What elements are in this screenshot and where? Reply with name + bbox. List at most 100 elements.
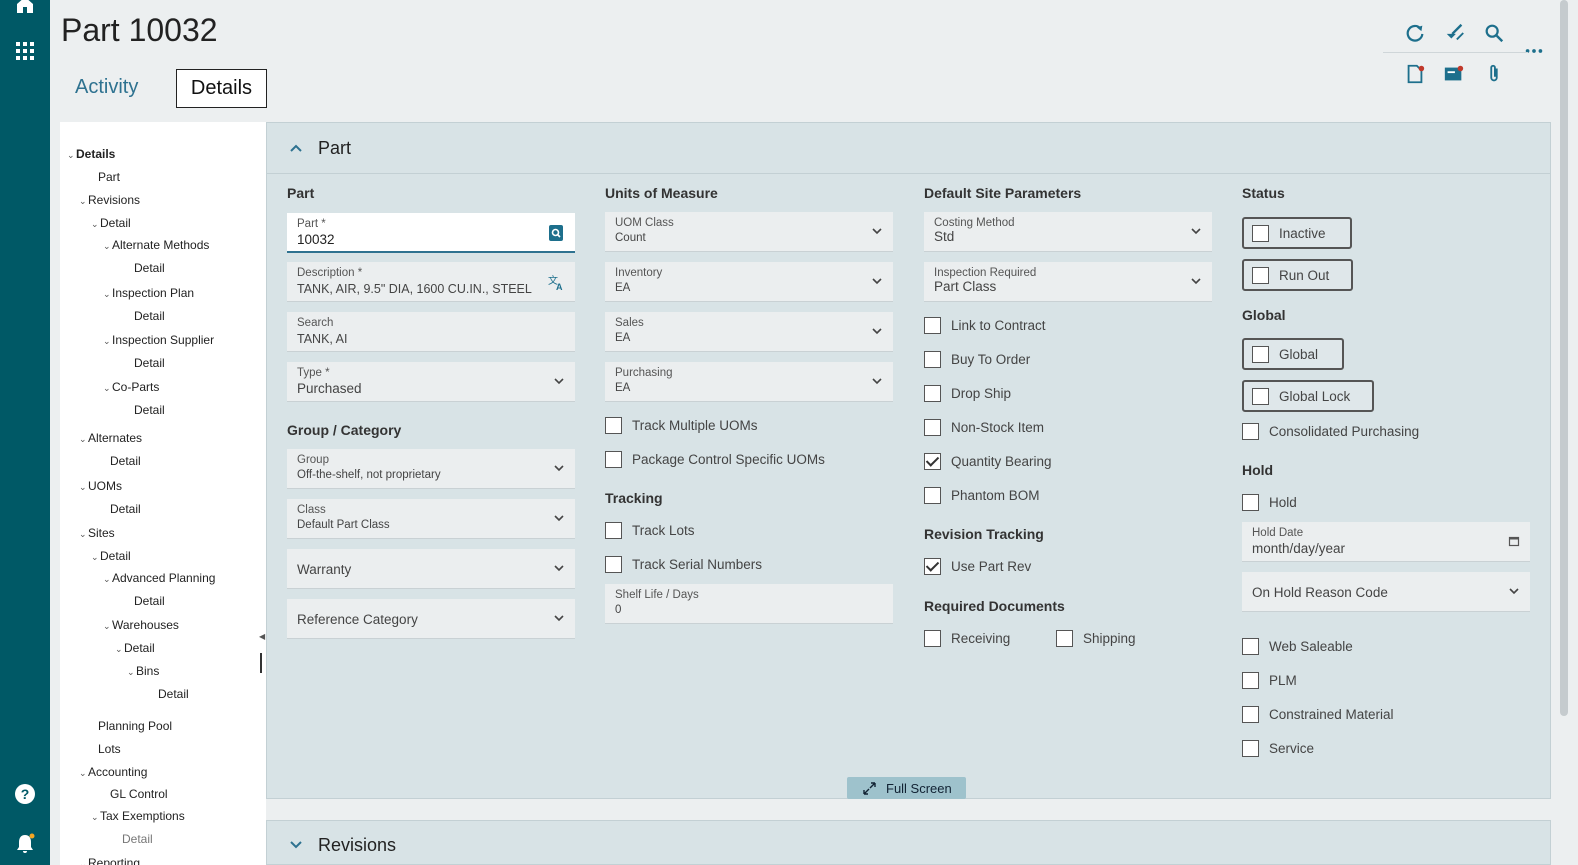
tree-item[interactable]: Detail [122,832,153,846]
tree-item[interactable]: ⌄Alternate Methods [103,238,209,252]
refresh-icon[interactable] [1404,22,1426,44]
tree-item[interactable]: ⌄Alternates [79,431,142,445]
global-toggle[interactable]: Global [1242,338,1344,370]
translate-icon[interactable]: 文A [547,273,565,291]
run-out-toggle[interactable]: Run Out [1242,259,1353,291]
chevron-down-icon[interactable]: ⌄ [79,859,88,865]
checkbox-box[interactable] [924,558,941,575]
package-control-checkbox[interactable]: Package Control Specific UOMs [605,451,825,468]
chevron-down-icon[interactable] [289,838,303,852]
chevron-down-icon[interactable]: ⌄ [67,150,76,161]
chevron-down-icon[interactable]: ⌄ [91,552,100,563]
non-stock-checkbox[interactable]: Non-Stock Item [924,419,1044,436]
tree-item[interactable]: ⌄Detail [91,549,131,563]
new-document-icon[interactable] [1404,63,1426,85]
checkbox-box[interactable] [1242,638,1259,655]
tree-item[interactable]: Detail [134,309,165,323]
quantity-bearing-checkbox[interactable]: Quantity Bearing [924,453,1052,470]
tree-item[interactable]: Detail [110,454,141,468]
tree-item[interactable]: GL Control [110,787,168,801]
consolidated-purchasing-checkbox[interactable]: Consolidated Purchasing [1242,423,1419,440]
checkbox-box[interactable] [605,556,622,573]
sales-uom-select[interactable]: Sales EA [605,312,893,352]
web-saleable-checkbox[interactable]: Web Saleable [1242,638,1353,655]
collapse-tree-icon[interactable]: ◀ [259,632,265,641]
tree-item[interactable]: ⌄Detail [91,216,131,230]
receiving-checkbox[interactable]: Receiving [924,630,1010,647]
tree-item[interactable]: ⌄Advanced Planning [103,571,215,585]
group-select[interactable]: Group Off-the-shelf, not proprietary [287,449,575,489]
revisions-panel[interactable]: Revisions [266,820,1551,865]
home-icon[interactable] [13,0,37,16]
checkbox-box[interactable] [1252,266,1269,284]
chevron-up-icon[interactable] [289,141,303,155]
tree-item[interactable]: ⌄Warehouses [103,618,179,632]
checkbox-box[interactable] [1252,224,1269,242]
chevron-down-icon[interactable]: ⌄ [79,434,88,445]
chevron-down-icon[interactable]: ⌄ [91,219,100,230]
checkbox-box[interactable] [924,630,941,647]
checkbox-box[interactable] [924,351,941,368]
tree-item[interactable]: Detail [158,687,189,701]
tree-item[interactable]: ⌄Detail [115,641,155,655]
page-scrollbar[interactable] [1560,0,1568,716]
costing-method-select[interactable]: Costing Method Std [924,212,1212,252]
tree-item[interactable]: ⌄Bins [127,664,159,678]
checkbox-box[interactable] [924,419,941,436]
tree-resize-handle[interactable] [260,653,262,673]
purchasing-uom-select[interactable]: Purchasing EA [605,362,893,402]
buy-to-order-checkbox[interactable]: Buy To Order [924,351,1030,368]
shipping-checkbox[interactable]: Shipping [1056,630,1136,647]
tree-item[interactable]: Planning Pool [98,719,172,733]
part-search-icon[interactable] [547,224,565,242]
global-lock-toggle[interactable]: Global Lock [1242,380,1374,412]
tree-item[interactable]: Part [98,170,120,184]
chevron-down-icon[interactable]: ⌄ [79,196,88,207]
checkbox-box[interactable] [924,487,941,504]
tree-item[interactable]: ⌄Details [67,147,115,161]
apps-grid-icon[interactable] [13,39,37,63]
search-icon[interactable] [1483,22,1505,44]
full-screen-button[interactable]: Full Screen [847,777,966,799]
tree-item[interactable]: ⌄Reporting [79,856,140,865]
tree-item[interactable]: ⌄Revisions [79,193,140,207]
inventory-uom-select[interactable]: Inventory EA [605,262,893,302]
track-lots-checkbox[interactable]: Track Lots [605,522,695,539]
chevron-down-icon[interactable]: ⌄ [103,289,112,300]
tree-item[interactable]: ⌄Inspection Plan [103,286,194,300]
link-to-contract-checkbox[interactable]: Link to Contract [924,317,1046,334]
checkbox-box[interactable] [924,317,941,334]
search-field[interactable]: Search TANK, AI [287,312,575,352]
chevron-down-icon[interactable]: ⌄ [79,482,88,493]
tree-item[interactable]: Detail [134,594,165,608]
checkbox-box[interactable] [605,417,622,434]
hold-date-field[interactable]: Hold Date month/day/year [1242,522,1530,562]
checkbox-box[interactable] [1242,494,1259,511]
inspection-required-select[interactable]: Inspection Required Part Class [924,262,1212,302]
checkbox-box[interactable] [605,522,622,539]
attachment-icon[interactable] [1483,63,1505,85]
tree-item[interactable]: Lots [98,742,121,756]
inactive-toggle[interactable]: Inactive [1242,217,1352,249]
card-icon[interactable] [1443,63,1465,85]
chevron-down-icon[interactable]: ⌄ [103,574,112,585]
tree-item[interactable]: Detail [134,403,165,417]
tree-item[interactable]: Detail [134,261,165,275]
checkbox-box[interactable] [1252,387,1269,405]
tab-details[interactable]: Details [176,69,267,108]
chevron-down-icon[interactable]: ⌄ [103,241,112,252]
part-panel-header[interactable]: Part [267,123,1550,174]
checkbox-box[interactable] [1242,740,1259,757]
phantom-bom-checkbox[interactable]: Phantom BOM [924,487,1040,504]
drop-ship-checkbox[interactable]: Drop Ship [924,385,1011,402]
on-hold-reason-select[interactable]: On Hold Reason Code [1242,572,1530,612]
use-part-rev-checkbox[interactable]: Use Part Rev [924,558,1031,575]
track-multiple-uoms-checkbox[interactable]: Track Multiple UOMs [605,417,758,434]
checkbox-box[interactable] [924,385,941,402]
calendar-icon[interactable] [1508,535,1520,547]
type-select[interactable]: Type * Purchased [287,362,575,402]
part-field[interactable]: Part * 10032 [287,213,575,253]
checkbox-box[interactable] [1242,672,1259,689]
checkbox-box[interactable] [1056,630,1073,647]
tree-item[interactable]: ⌄Co-Parts [103,380,159,394]
